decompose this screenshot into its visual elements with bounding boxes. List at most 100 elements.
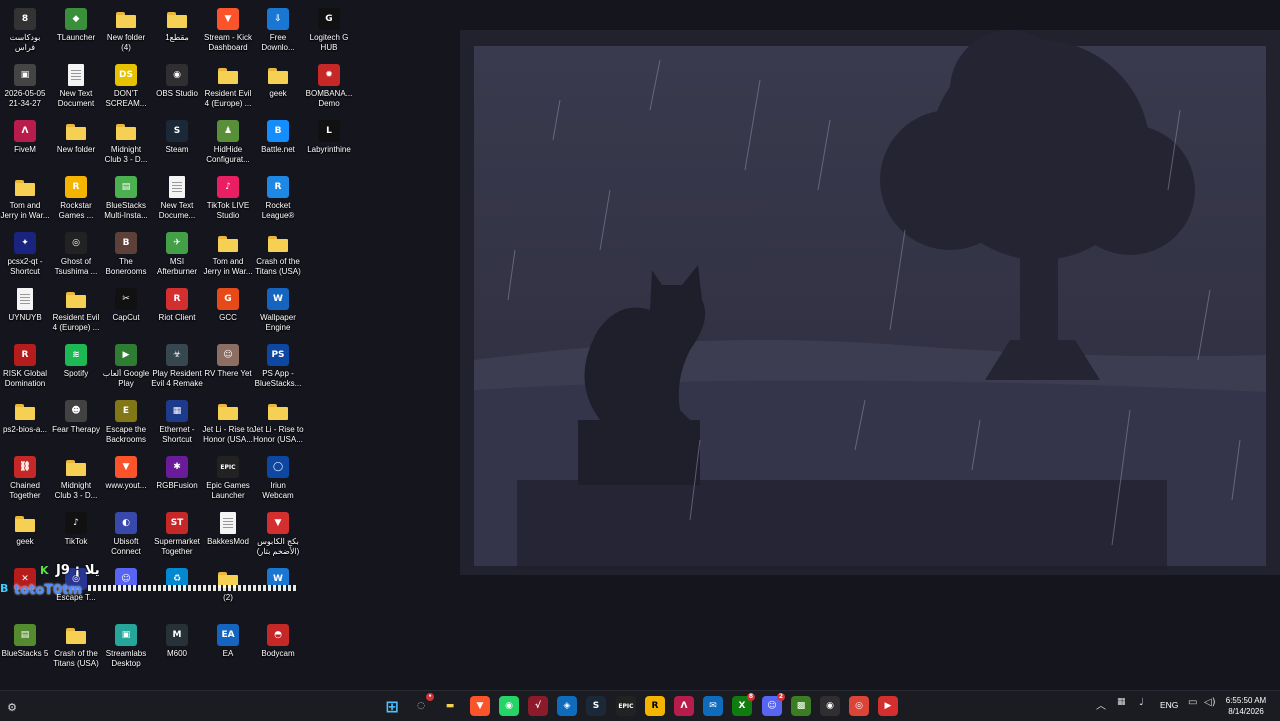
desktop-icon[interactable]: B The Bonerooms — [101, 228, 151, 284]
desktop-icon[interactable]: EPIC Epic Games Launcher — [203, 452, 253, 508]
adobe-app-icon[interactable]: √ — [528, 696, 548, 716]
input-language-indicator[interactable]: ENG — [1160, 700, 1178, 710]
desktop-icon[interactable]: (2) — [203, 564, 253, 620]
desktop-icon[interactable]: DS DON'T SCREAM... — [101, 60, 151, 116]
desktop-icon[interactable]: ◐ Ubisoft Connect — [101, 508, 151, 564]
desktop-icon[interactable]: ✈ MSI Afterburner — [152, 228, 202, 284]
desktop-icon[interactable]: ♪ TikTok LIVE Studio — [203, 172, 253, 228]
desktop-icon[interactable]: B Battle.net — [253, 116, 303, 172]
desktop-icon[interactable]: G Logitech G HUB — [304, 4, 354, 60]
epic-games-icon[interactable]: EPIC — [616, 696, 636, 716]
desktop-icon[interactable]: R RISK Global Domination — [0, 340, 50, 396]
desktop-icon[interactable]: ≋ Spotify — [51, 340, 101, 396]
desktop-icon[interactable]: ▣ Streamlabs Desktop — [101, 620, 151, 676]
desktop-icon[interactable]: geek — [253, 60, 303, 116]
desktop-icon[interactable]: ♟ HidHide Configurat... — [203, 116, 253, 172]
steam-icon[interactable]: S — [586, 696, 606, 716]
desktop-icon[interactable]: ▼ www.yout... — [101, 452, 151, 508]
desktop-icon[interactable]: ▼ بكج الكابوس (الأضخم بتار) — [253, 508, 303, 564]
network-icon[interactable]: ▭ — [1188, 697, 1197, 708]
volume-icon[interactable]: ◁) — [1204, 697, 1216, 708]
desktop-icon[interactable]: ◆ TLauncher — [51, 4, 101, 60]
desktop-icon[interactable]: ✱ RGBFusion — [152, 452, 202, 508]
desktop-icon[interactable]: Crash of the Titans (USA) — [51, 620, 101, 676]
microphone-icon[interactable]: ♩ — [1139, 697, 1144, 708]
discord-icon[interactable]: ☺ 2 — [762, 693, 785, 716]
azure-data-icon[interactable]: ◈ — [557, 696, 577, 716]
desktop-icon[interactable]: Jet Li - Rise to Honor (USA... — [202, 396, 254, 452]
desktop-icon[interactable]: 8 بودكاست فراس — [0, 4, 50, 60]
desktop-icon[interactable]: Λ FiveM — [0, 116, 50, 172]
chrome-icon[interactable]: ◎ — [849, 696, 869, 716]
file-explorer-icon[interactable]: ▬ — [440, 696, 460, 716]
desktop-icon[interactable]: W — [253, 564, 303, 620]
desktop-icon[interactable]: New folder — [51, 116, 101, 172]
desktop-icon[interactable]: geek — [0, 508, 50, 564]
desktop-icon[interactable]: ▼ Stream - Kick Dashboard — [203, 4, 253, 60]
minecraft-icon[interactable]: ▩ — [791, 696, 811, 716]
desktop-icon[interactable]: E Escape the Backrooms — [101, 396, 151, 452]
windows-start-icon[interactable]: ⊞ — [382, 696, 402, 716]
desktop-icon[interactable]: ♪ TikTok — [51, 508, 101, 564]
desktop-icon[interactable]: R Rocket League® — [253, 172, 303, 228]
desktop-icon[interactable]: G GCC — [203, 284, 253, 340]
xbox-icon[interactable]: X8 — [732, 693, 755, 716]
show-hidden-icons-chevron-icon[interactable]: ︿ — [1096, 697, 1106, 712]
desktop-icon[interactable]: ▣ 2026-05-05 21-34-27 — [0, 60, 50, 116]
desktop-icon[interactable]: ◉ OBS Studio — [152, 60, 202, 116]
desktop-icon[interactable]: M M600 — [152, 620, 202, 676]
desktop-icon[interactable]: Crash of the Titans (USA) — [253, 228, 303, 284]
desktop-icon[interactable]: ☺ RV There Yet — [203, 340, 253, 396]
tray-app-icon[interactable]: ▦ — [1117, 697, 1126, 707]
desktop-icon[interactable]: S Steam — [152, 116, 202, 172]
desktop-icon[interactable]: ✹ BOMBANA... Demo — [304, 60, 354, 116]
desktop-icon[interactable]: Resident Evil 4 (Europe) ... — [203, 60, 253, 116]
desktop-icon[interactable]: ⛓ Chained Together — [0, 452, 50, 508]
whatsapp-icon[interactable]: ◉ — [499, 696, 519, 716]
desktop-icon[interactable]: Midnight Club 3 - D... — [51, 452, 101, 508]
taskbar-clock[interactable]: 6:55:50 AM 8/14/2026 — [1218, 695, 1274, 717]
streamlabs-icon[interactable]: ▶ — [878, 696, 898, 716]
desktop-icon[interactable]: New Text Document — [51, 60, 101, 116]
fivem-icon[interactable]: Λ — [674, 696, 694, 716]
desktop-icon[interactable]: Jet Li - Rise to Honor (USA... — [252, 396, 304, 452]
desktop-icon[interactable]: ☣ Play Resident Evil 4 Remake — [151, 340, 203, 396]
desktop-icon[interactable]: ▤ BlueStacks Multi-Insta... — [101, 172, 151, 228]
desktop-icon[interactable]: مقطع1 — [152, 4, 202, 60]
rockstar-icon[interactable]: R — [645, 696, 665, 716]
widgets-icon[interactable]: ⚙ — [2, 697, 22, 717]
desktop-icon[interactable]: ps2-bios-a... — [0, 396, 50, 452]
desktop-icon[interactable]: ST Supermarket Together — [152, 508, 202, 564]
desktop-icon[interactable]: L Labyrinthine — [304, 116, 354, 172]
desktop-icon[interactable]: EA EA — [203, 620, 253, 676]
desktop-icon[interactable]: ▤ BlueStacks 5 — [0, 620, 50, 676]
desktop-icon[interactable]: ♻ — [152, 564, 202, 620]
desktop-icon[interactable]: New folder (4) — [101, 4, 151, 60]
desktop-icon[interactable]: ◎ Ghost of Tsushima ... — [51, 228, 101, 284]
desktop-icon[interactable]: ◎ Escape T... — [51, 564, 101, 620]
desktop-icon[interactable]: ✦ pcsx2-qt - Shortcut — [0, 228, 50, 284]
desktop-icon[interactable]: W Wallpaper Engine — [253, 284, 303, 340]
desktop-icon[interactable]: ◓ Bodycam — [253, 620, 303, 676]
desktop-icon[interactable]: ☺ — [101, 564, 151, 620]
desktop-icon[interactable]: R Rockstar Games ... — [51, 172, 101, 228]
desktop-icon[interactable]: ✕ — [0, 564, 50, 620]
desktop-icon[interactable]: Midnight Club 3 - D... — [101, 116, 151, 172]
desktop-icon[interactable]: R Riot Client — [152, 284, 202, 340]
desktop-icon[interactable]: ▦ Ethernet - Shortcut — [152, 396, 202, 452]
desktop-icon[interactable]: PS PS App - BlueStacks... — [253, 340, 303, 396]
desktop-icon[interactable]: UYNUYB — [0, 284, 50, 340]
obs-icon[interactable]: ◉ — [820, 696, 840, 716]
desktop-icon[interactable]: ⇩ Free Downlo... — [253, 4, 303, 60]
desktop-icon[interactable]: BakkesMod — [203, 508, 253, 564]
desktop-icon[interactable]: ▶ ألعاب Google Play — [101, 340, 151, 396]
desktop-icon[interactable]: Resident Evil 4 (Europe) ... — [51, 284, 101, 340]
mail-icon[interactable]: ✉ — [703, 696, 723, 716]
brave-icon[interactable]: ▼ — [470, 696, 490, 716]
desktop-icon[interactable]: Tom and Jerry in War... — [203, 228, 253, 284]
desktop-icon[interactable]: Tom and Jerry in War... — [0, 172, 50, 228]
desktop-icon[interactable]: New Text Docume... — [152, 172, 202, 228]
desktop-icon[interactable]: ✂ CapCut — [101, 284, 151, 340]
desktop-icon[interactable]: ◯ Iriun Webcam — [253, 452, 303, 508]
copilot-icon[interactable]: ◌ • — [411, 693, 434, 716]
